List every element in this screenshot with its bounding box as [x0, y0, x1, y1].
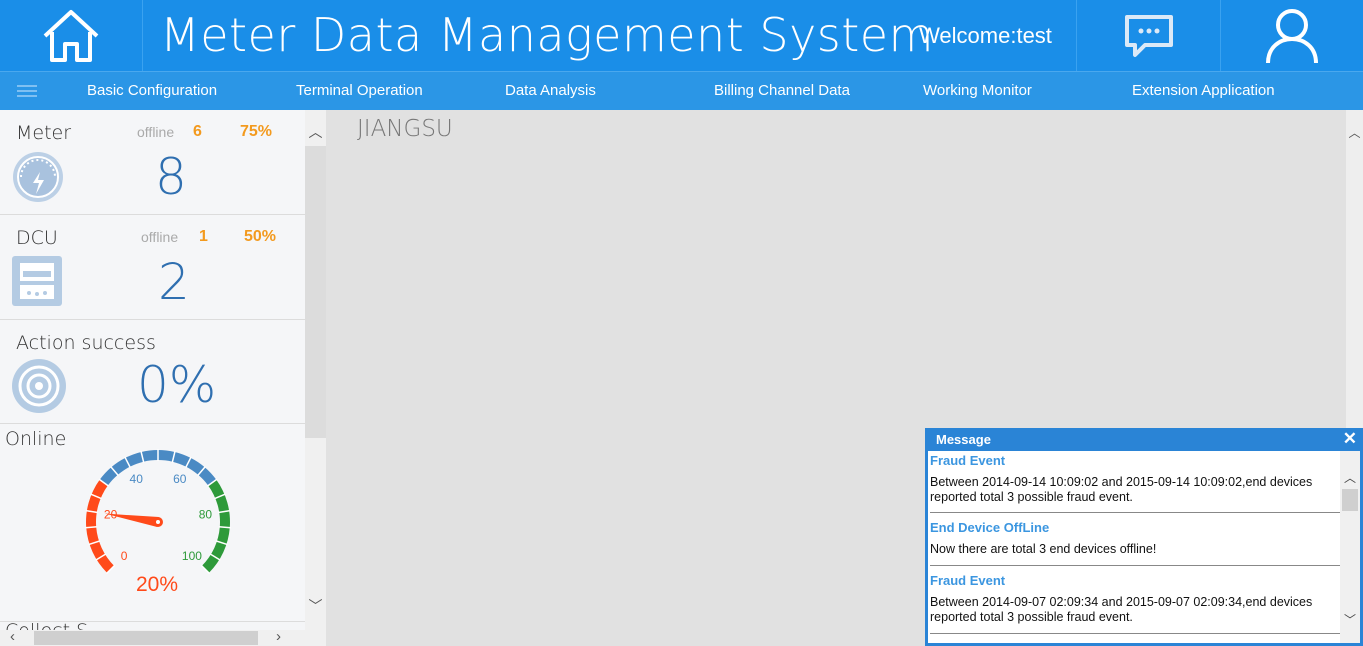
scroll-up-icon[interactable]: ︿	[305, 122, 326, 142]
user-button[interactable]	[1221, 0, 1363, 71]
message-body: Now there are total 3 end devices offlin…	[930, 542, 1157, 556]
target-icon	[12, 359, 66, 413]
message-scroll-down-icon[interactable]: ﹀	[1340, 611, 1360, 628]
sidebar-vertical-scrollbar[interactable]: ︿ ﹀	[305, 110, 326, 646]
gauge-tick-label: 60	[173, 472, 187, 486]
message-title[interactable]: Fraud Event	[930, 566, 1340, 588]
stats-sidebar: Meter offline 6 75% 8 DCU offline 1 50% …	[0, 110, 326, 646]
message-body: Between 2014-09-14 10:09:02 and 2015-09-…	[930, 475, 1313, 504]
close-icon[interactable]: ✕	[1343, 429, 1357, 449]
dcu-card[interactable]: DCU offline 1 50% 2	[0, 215, 305, 320]
message-panel: Message ✕ Fraud Event Between 2014-09-14…	[925, 428, 1363, 646]
nav-basic-configuration[interactable]: Basic Configuration	[87, 82, 217, 99]
action-success-label: Action success	[16, 332, 156, 354]
message-panel-header: Message ✕	[925, 428, 1363, 451]
scroll-right-icon[interactable]: ›	[276, 628, 281, 645]
action-success-value: 0%	[137, 356, 217, 414]
meter-card[interactable]: Meter offline 6 75% 8	[0, 110, 305, 215]
home-icon	[43, 9, 99, 62]
gauge-tick	[85, 526, 98, 529]
gauge-hub-center	[156, 520, 160, 524]
gauge-band-segment	[86, 479, 115, 573]
nav-extension-application[interactable]: Extension Application	[1132, 82, 1275, 99]
collect-card-label-partial: Collect S	[5, 622, 88, 630]
scroll-down-icon[interactable]: ﹀	[305, 596, 326, 616]
sidebar-horizontal-scrollbar[interactable]: ‹ ›	[0, 628, 305, 646]
gauge-tick-label: 80	[199, 507, 213, 521]
chat-bubble-icon	[1124, 14, 1173, 57]
list-item[interactable]: Fraud Event Between 2014-09-07 02:09:34 …	[930, 566, 1340, 634]
list-item[interactable]: Fraud Event Between 2014-09-14 10:09:02 …	[930, 451, 1340, 513]
nav-data-analysis[interactable]: Data Analysis	[505, 82, 596, 99]
nav-terminal-operation[interactable]: Terminal Operation	[296, 82, 423, 99]
online-label: Online	[5, 428, 67, 450]
gauge-tick	[218, 526, 231, 529]
dcu-device-icon	[12, 256, 62, 306]
gauge-band-segment	[201, 479, 230, 573]
main-scroll-up-icon[interactable]: ︿	[1346, 124, 1363, 141]
list-item[interactable]: End Device OffLine Now there are total 3…	[930, 513, 1340, 566]
message-scroll-up-icon[interactable]: ︿	[1340, 469, 1360, 486]
meter-gauge-icon	[13, 152, 63, 202]
meter-label: Meter	[16, 122, 72, 144]
meter-offline-label: offline	[137, 124, 175, 140]
nav-working-monitor[interactable]: Working Monitor	[923, 82, 1032, 99]
meter-offline-count: 6	[193, 123, 202, 140]
dcu-offline-label: offline	[141, 229, 179, 245]
meter-percent: 75%	[240, 123, 273, 140]
main-nav: Basic Configuration Terminal Operation D…	[0, 71, 1363, 110]
region-title: JIANGSU	[357, 116, 453, 142]
messages-button[interactable]	[1077, 0, 1221, 71]
app-header: Meter Data Management System Welcome:tes…	[0, 0, 1363, 71]
user-icon	[1266, 8, 1318, 63]
dcu-count: 2	[158, 253, 190, 311]
message-title[interactable]: Fraud Event	[930, 451, 1340, 468]
home-button[interactable]	[0, 0, 143, 71]
dcu-label: DCU	[16, 227, 58, 249]
online-gauge-value: 20%	[136, 573, 179, 596]
message-scroll-thumb[interactable]	[1342, 489, 1358, 511]
sidebar-hscroll-thumb[interactable]	[34, 631, 258, 645]
message-body: Between 2014-09-07 02:09:34 and 2015-09-…	[930, 595, 1313, 624]
app-title: Meter Data Management System	[160, 8, 934, 62]
online-card: Online 0 20 40 60 80 100 20%	[0, 424, 305, 622]
scroll-left-icon[interactable]: ‹	[10, 628, 15, 645]
dcu-percent: 50%	[244, 228, 277, 245]
menu-toggle-icon[interactable]	[17, 82, 37, 100]
gauge-tick-label: 0	[121, 549, 128, 563]
gauge-tick-label: 100	[182, 549, 202, 563]
message-panel-title: Message	[936, 432, 991, 447]
gauge-tick-label: 40	[130, 472, 144, 486]
meter-count: 8	[155, 148, 187, 206]
sidebar-scroll-thumb[interactable]	[305, 146, 326, 438]
action-success-card[interactable]: Action success 0%	[0, 320, 305, 424]
message-title[interactable]: End Device OffLine	[930, 513, 1340, 535]
message-list: Fraud Event Between 2014-09-14 10:09:02 …	[930, 451, 1340, 643]
dcu-offline-count: 1	[199, 228, 208, 245]
nav-billing-channel-data[interactable]: Billing Channel Data	[714, 82, 850, 99]
online-gauge: 02040 6080100	[85, 449, 231, 575]
message-scrollbar[interactable]: ︿ ﹀	[1340, 451, 1360, 643]
welcome-text: Welcome:test	[895, 0, 1077, 71]
